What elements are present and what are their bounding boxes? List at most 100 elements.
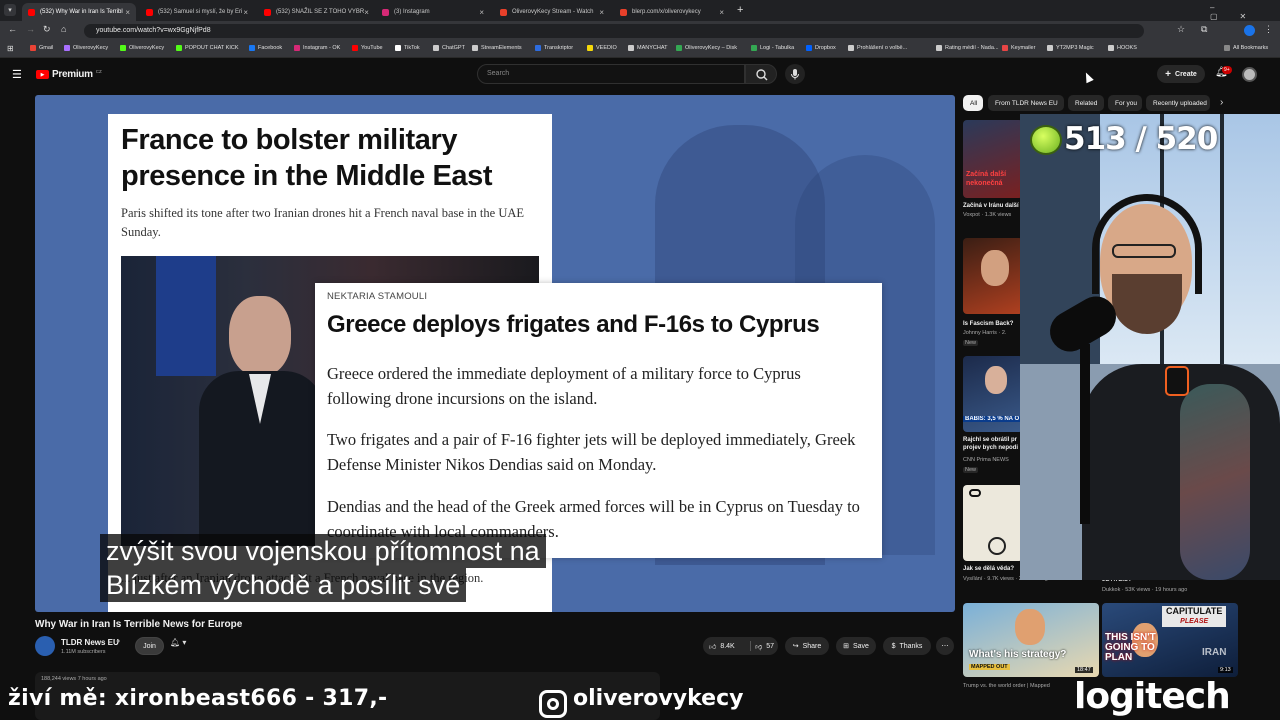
bookmark-label: Keymailer [1011, 45, 1036, 51]
bookmark-item[interactable]: YT2MP3 Magic [1047, 45, 1094, 51]
back-icon[interactable]: ← [8, 24, 17, 34]
tab-favicon-icon [146, 8, 153, 16]
bookmark-item[interactable]: HOOKS [1108, 45, 1137, 51]
bookmark-item[interactable]: VEEDIO [587, 45, 617, 51]
sidebar-thumbnail[interactable] [963, 485, 1023, 561]
create-button[interactable]: + Create [1157, 65, 1205, 83]
tab-search-button[interactable]: ▾ [4, 4, 16, 16]
bookmark-label: Dropbox [815, 45, 836, 51]
bookmark-item[interactable]: OliverovyKecy [64, 45, 108, 51]
search-icon [756, 69, 768, 81]
thumbs-up-icon: 👍︎ [709, 643, 717, 651]
bookmark-item[interactable]: OliverovyKecy – Disk [676, 45, 737, 51]
bookmark-item[interactable]: TikTok [395, 45, 420, 51]
card2-headline: Greece deploys frigates and F-16s to Cyp… [327, 311, 820, 338]
tab-close-icon[interactable]: × [719, 8, 724, 17]
filter-chip[interactable]: From TLDR News EU [988, 95, 1064, 111]
bookmark-item[interactable]: StreamElements [472, 45, 522, 51]
sidebar-video-title[interactable]: Rajchl se obrátil pr projev bych nepodi [963, 436, 1023, 452]
forward-icon[interactable]: → [26, 24, 35, 34]
apps-icon[interactable]: ⊞ [7, 44, 14, 53]
bookmark-favicon-icon [249, 45, 255, 51]
bookmark-item[interactable]: Facebook [249, 45, 282, 51]
bell-dropdown-button[interactable]: 🔔︎ ▾ [170, 638, 186, 647]
hamburger-menu-icon[interactable]: ☰ [12, 68, 22, 81]
bookmark-item[interactable]: MANYCHAT [628, 45, 667, 51]
account-avatar[interactable] [1242, 67, 1257, 82]
browser-tab[interactable]: (532) Why War in Iran Is Terribl × [22, 3, 136, 21]
sidebar-thumbnail-trump-world-order[interactable]: What's his strategy? MAPPED OUT 18:47 [963, 603, 1099, 677]
channel-name[interactable]: TLDR News EU [61, 638, 119, 647]
browser-tab[interactable]: (532) SNAŽIL SE Z TOHO VYBR × [258, 3, 372, 21]
address-bar[interactable]: youtube.com/watch?v=wx9GgNjfPd8 [84, 24, 1144, 38]
bookmark-item[interactable]: Rating médií - Nada... [936, 45, 999, 51]
bookmark-item[interactable]: Gmail [30, 45, 53, 51]
bookmark-favicon-icon [395, 45, 401, 51]
new-badge: New [963, 467, 979, 473]
thanks-button[interactable]: $ Thanks [883, 637, 931, 655]
window-controls[interactable]: –▢✕ [1210, 3, 1280, 21]
browser-menu-icon[interactable]: ⋮ [1264, 24, 1273, 35]
home-icon[interactable]: ⌂ [61, 24, 66, 34]
tab-favicon-icon [264, 8, 271, 16]
extensions-icon[interactable]: ⧉ [1201, 24, 1207, 35]
tab-close-icon[interactable]: × [125, 8, 130, 17]
reload-icon[interactable]: ↻ [43, 24, 51, 35]
cam-watch [1165, 366, 1189, 396]
browser-tab[interactable]: (3) Instagram × [376, 3, 490, 21]
chips-next-icon[interactable]: › [1220, 97, 1223, 108]
tab-close-icon[interactable]: × [599, 8, 604, 17]
search-input[interactable]: Search [477, 64, 745, 84]
bookmark-item[interactable]: Keymailer [1002, 45, 1035, 51]
bookmark-item[interactable]: OliverovyKecy [120, 45, 164, 51]
search-button[interactable] [745, 64, 777, 84]
bookmark-item[interactable]: Instagram - OK [294, 45, 340, 51]
bookmark-item[interactable]: ChatGPT [433, 45, 465, 51]
tab-close-icon[interactable]: × [479, 8, 484, 17]
browser-tab[interactable]: (532) Samuel si myslí, že by Eri × [140, 3, 254, 21]
filter-chip[interactable]: Recently uploaded [1146, 95, 1210, 111]
bookmark-label: Transkriptor [544, 45, 574, 51]
bookmark-item[interactable]: Logi - Tabulka [751, 45, 794, 51]
thumb-top-label: CAPITULATE PLEASE [1162, 606, 1227, 627]
youtube-logo[interactable]: ▶ Premium CZ [36, 69, 102, 80]
sidebar-video-meta: Johnny Harris · 2. [963, 330, 1007, 336]
bookmark-item[interactable]: POPOUT CHAT KICK [176, 45, 238, 51]
channel-avatar[interactable] [35, 636, 55, 656]
instagram-lens [547, 698, 559, 710]
more-actions-button[interactable]: ⋯ [936, 637, 954, 655]
sidebar-thumbnail[interactable]: Začíná další nekonečná [963, 120, 1023, 198]
tab-close-icon[interactable]: × [364, 8, 369, 17]
bookmark-favicon-icon [751, 45, 757, 51]
browser-tab[interactable]: blerp.com/x/oliverovykecy × [614, 3, 730, 21]
new-tab-button[interactable]: + [737, 4, 743, 16]
save-button[interactable]: ⊞ Save [836, 637, 876, 655]
like-button[interactable]: 👍︎ 8.4K 👎︎ 57 [703, 637, 778, 655]
browser-tab[interactable]: OliverovyKecy Stream - Watch × [494, 3, 610, 21]
all-bookmarks[interactable]: All Bookmarks [1224, 45, 1268, 51]
sidebar-thumbnail[interactable]: BABIŠ: 3,5 % NA O [963, 356, 1023, 432]
sidebar-video-title[interactable]: Začíná v Íránu další [963, 202, 1023, 210]
thumb-face [981, 250, 1009, 286]
share-button[interactable]: ↪ Share [785, 637, 829, 655]
bookmark-label: YT2MP3 Magic [1056, 45, 1094, 51]
sidebar-video-title[interactable]: Is Fascism Back? [963, 320, 1023, 328]
bookmark-item[interactable]: Prohlášení o volbě... [848, 45, 907, 51]
sidebar-video-title[interactable]: Jak se dělá věda? [963, 565, 1023, 573]
profile-avatar[interactable] [1244, 25, 1255, 36]
bookmark-item[interactable]: YouTube [352, 45, 383, 51]
sidebar-thumbnail-capitulate[interactable]: CAPITULATE PLEASE THIS ISN'T GOING TO PLA… [1102, 603, 1238, 677]
bookmark-item[interactable]: Dropbox [806, 45, 836, 51]
tab-close-icon[interactable]: × [243, 8, 248, 17]
voice-search-button[interactable] [785, 64, 805, 84]
filter-chip[interactable]: Related [1068, 95, 1104, 111]
bookmark-favicon-icon [587, 45, 593, 51]
join-button[interactable]: Join [135, 637, 164, 655]
bookmark-star-icon[interactable]: ☆ [1177, 24, 1185, 35]
bookmark-item[interactable]: Transkriptor [535, 45, 573, 51]
subscriber-goal-counter: 513 / 520 [1064, 121, 1218, 157]
sidebar-thumbnail[interactable] [963, 238, 1023, 314]
filter-chip[interactable]: For you [1108, 95, 1142, 111]
card1-headline: France to bolster military presence in t… [121, 124, 493, 192]
filter-chip[interactable]: All [963, 95, 983, 111]
